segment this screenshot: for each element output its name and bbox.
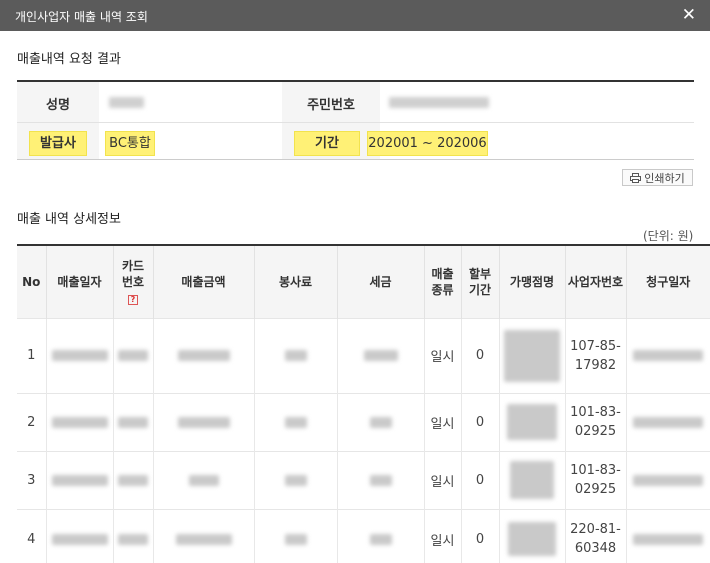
col-installment-line1: 할부 [468,266,492,281]
print-button-label: 인쇄하기 [644,171,685,185]
service-fee-redacted [253,508,337,563]
biz-no-line2: 02925 [574,482,617,497]
row-no: 4 [17,508,46,563]
installment: 0 [460,317,499,393]
col-card-no-line2: 번호 [121,274,145,289]
unit-note: (단위: 원) [643,229,694,243]
printer-icon [630,172,642,183]
col-installment: 할부 기간 [460,246,499,318]
merchant-redacted [498,450,565,509]
biz-no: 107-85- 17982 [564,317,626,393]
col-sale-type-line2: 종류 [431,282,454,297]
period-label: 기간 [294,131,360,156]
col-biz-no: 사업자번호 [564,246,626,318]
sale-type: 일시 [423,508,461,563]
close-icon[interactable]: ✕ [682,5,696,25]
claim-date-redacted [625,392,710,451]
claim-date-redacted [625,317,710,393]
service-fee-redacted [253,450,337,509]
table-row: 4 일시 0 220-81- 60348 [17,508,710,563]
details-header-row: No 매출일자 카드 번호 ? 매출금액 봉사료 세금 매출 종류 할부 기간 [17,246,710,318]
row-no: 2 [17,392,46,451]
tax-redacted [336,508,424,563]
print-button[interactable]: 인쇄하기 [622,169,693,186]
col-card-no: 카드 번호 ? [112,246,153,318]
period-value: 202001 ~ 202006 [367,131,488,156]
col-sale-date: 매출일자 [45,246,113,318]
col-tax: 세금 [336,246,424,318]
name-label: 성명 [46,98,70,113]
card-no-redacted [112,450,153,509]
biz-no-line2: 17982 [574,357,617,373]
card-no-redacted [112,392,153,451]
amount-redacted [152,450,254,509]
sale-type: 일시 [423,392,461,451]
biz-no-line1: 107-85- [570,338,621,354]
card-no-redacted [112,317,153,393]
window-title: 개인사업자 매출 내역 조회 [15,10,148,24]
biz-no: 101-83- 02925 [564,450,626,509]
claim-date-redacted [625,450,710,509]
biz-no: 220-81- 60348 [564,508,626,563]
tax-redacted [336,392,424,451]
card-no-help-icon[interactable]: ? [128,294,138,305]
amount-redacted [152,317,254,393]
merchant-redacted [498,317,565,393]
name-value-redacted [109,97,144,108]
sale-date-redacted [45,392,113,451]
tax-redacted [336,317,424,393]
table-row: 3 일시 0 101-83- 02925 [17,450,710,509]
claim-date-redacted [625,508,710,563]
window-titlebar: 개인사업자 매출 내역 조회 ✕ [0,0,710,31]
amount-redacted [152,392,254,451]
details-heading: 매출 내역 상세정보 [17,212,121,227]
rrn-label: 주민번호 [307,98,355,113]
row-no: 3 [17,450,46,509]
col-no: No [17,246,46,318]
col-card-no-line1: 카드 [121,258,145,273]
issuer-value: BC통합 [105,131,155,156]
sale-date-redacted [45,317,113,393]
details-table-wrapper: No 매출일자 카드 번호 ? 매출금액 봉사료 세금 매출 종류 할부 기간 [17,244,710,563]
col-sale-type: 매출 종류 [423,246,461,318]
request-result-heading: 매출내역 요청 결과 [17,52,121,67]
biz-no-line2: 60348 [574,541,617,557]
biz-no: 101-83- 02925 [564,392,626,451]
merchant-redacted [498,392,565,451]
installment: 0 [460,508,499,563]
sale-type: 일시 [423,450,461,509]
biz-no-line1: 220-81- [570,522,621,538]
rrn-value-redacted [389,97,489,108]
service-fee-redacted [253,317,337,393]
table-row: 1 일시 0 107-85- 17982 [17,317,710,393]
col-merchant: 가맹점명 [498,246,565,318]
installment: 0 [460,392,499,451]
merchant-redacted [498,508,565,563]
request-result-table: 성명 주민번호 발급사 BC통합 기간 202001 ~ 202006 [17,80,694,160]
col-claim-date: 청구일자 [625,246,710,318]
service-fee-redacted [253,392,337,451]
sale-type: 일시 [423,317,461,393]
table-row: 2 일시 0 101-83- 02925 [17,392,710,451]
col-service-fee: 봉사료 [253,246,337,318]
tax-redacted [336,450,424,509]
biz-no-line1: 101-83- [570,405,621,420]
col-amount: 매출금액 [152,246,254,318]
sale-date-redacted [45,508,113,563]
card-no-redacted [112,508,153,563]
installment: 0 [460,450,499,509]
col-sale-type-line1: 매출 [431,266,454,281]
amount-redacted [152,508,254,563]
details-table: No 매출일자 카드 번호 ? 매출금액 봉사료 세금 매출 종류 할부 기간 [17,246,710,563]
issuer-label: 발급사 [29,131,87,156]
sale-date-redacted [45,450,113,509]
row-no: 1 [17,317,46,393]
biz-no-line2: 02925 [574,424,617,439]
col-installment-line2: 기간 [468,282,492,297]
biz-no-line1: 101-83- [570,463,621,478]
